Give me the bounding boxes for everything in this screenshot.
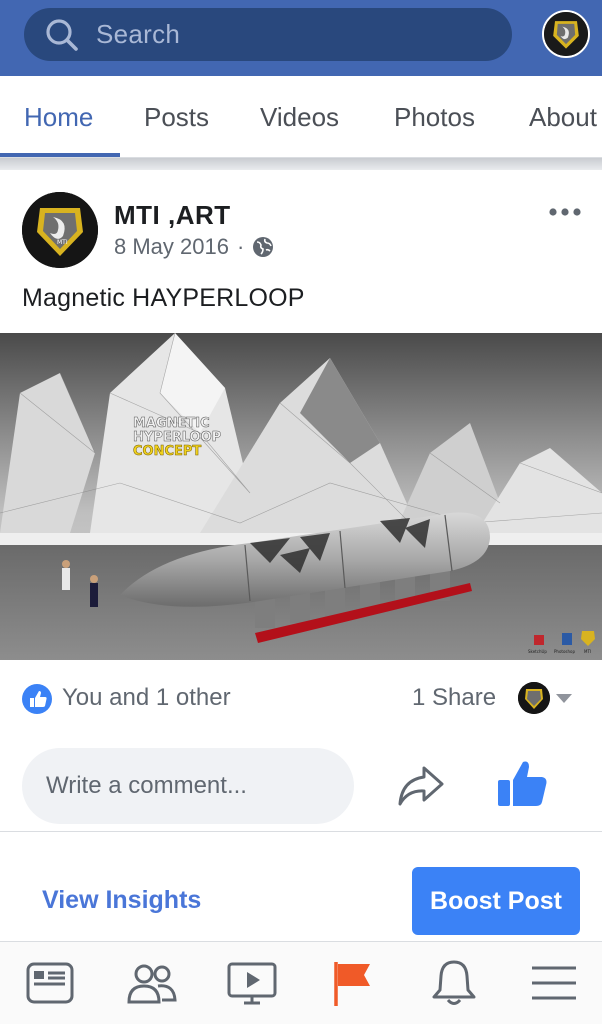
post-text: Magnetic HAYPERLOOP: [22, 284, 305, 312]
like-icon[interactable]: [496, 758, 548, 808]
friends-icon[interactable]: [124, 958, 180, 1008]
share-icon[interactable]: [396, 762, 446, 808]
boost-post-button[interactable]: Boost Post: [412, 867, 580, 935]
reactions-count[interactable]: You and 1 other: [62, 684, 231, 712]
post-actions-row: View Insights Boost Post: [0, 832, 602, 942]
shares-count[interactable]: 1 Share: [412, 684, 496, 712]
chevron-down-icon[interactable]: [556, 694, 572, 703]
notifications-bell-icon[interactable]: [426, 958, 482, 1008]
image-caption-line2: HYPERLOOP: [133, 430, 221, 445]
reactions-bar: You and 1 other 1 Share: [0, 660, 602, 740]
image-caption-line1: MAGNETIC: [133, 416, 210, 431]
tab-posts[interactable]: Posts: [144, 102, 209, 133]
search-placeholder: Search: [96, 19, 181, 49]
news-feed-icon[interactable]: [22, 958, 78, 1008]
menu-icon[interactable]: [526, 958, 582, 1008]
top-bar: Search: [0, 0, 602, 76]
search-bar[interactable]: Search: [24, 8, 512, 61]
tab-about[interactable]: About: [529, 102, 597, 133]
active-tab-indicator: [0, 153, 120, 157]
watch-icon[interactable]: [224, 958, 280, 1008]
meta-separator: ·: [236, 234, 245, 259]
post-image[interactable]: MAGNETIC HYPERLOOP CONCEPT SketchUp Phot…: [0, 333, 602, 660]
comment-input[interactable]: Write a comment...: [22, 748, 354, 824]
bottom-navigation: [0, 942, 602, 1024]
search-icon: [46, 18, 78, 51]
watermark-photoshop: Photoshop: [554, 649, 575, 654]
profile-avatar[interactable]: [542, 10, 590, 58]
tab-videos[interactable]: Videos: [260, 102, 339, 133]
globe-icon: [253, 237, 274, 257]
post-date[interactable]: 8 May 2016: [114, 234, 229, 260]
pages-flag-icon[interactable]: [326, 958, 382, 1008]
page-tabs: Home Posts Videos Photos About: [0, 76, 602, 158]
more-options-icon[interactable]: [548, 206, 582, 218]
svg-text:MTI: MTI: [57, 239, 68, 246]
comment-row: Write a comment...: [0, 740, 602, 832]
watermark-sketchup: SketchUp: [528, 649, 547, 654]
comment-placeholder: Write a comment...: [46, 772, 247, 799]
watermark-mti: MTI: [584, 649, 591, 654]
author-name[interactable]: MTI ,ART: [114, 200, 231, 231]
acting-as-avatar[interactable]: [518, 682, 550, 714]
tab-photos[interactable]: Photos: [394, 102, 475, 133]
image-caption-line3: CONCEPT: [133, 444, 201, 459]
divider: [0, 158, 602, 170]
page-avatar[interactable]: MTI: [22, 192, 98, 268]
post-meta: 8 May 2016 ·: [114, 234, 274, 260]
tab-home[interactable]: Home: [24, 102, 93, 133]
like-reaction-icon: [22, 684, 52, 714]
view-insights-link[interactable]: View Insights: [42, 886, 201, 915]
